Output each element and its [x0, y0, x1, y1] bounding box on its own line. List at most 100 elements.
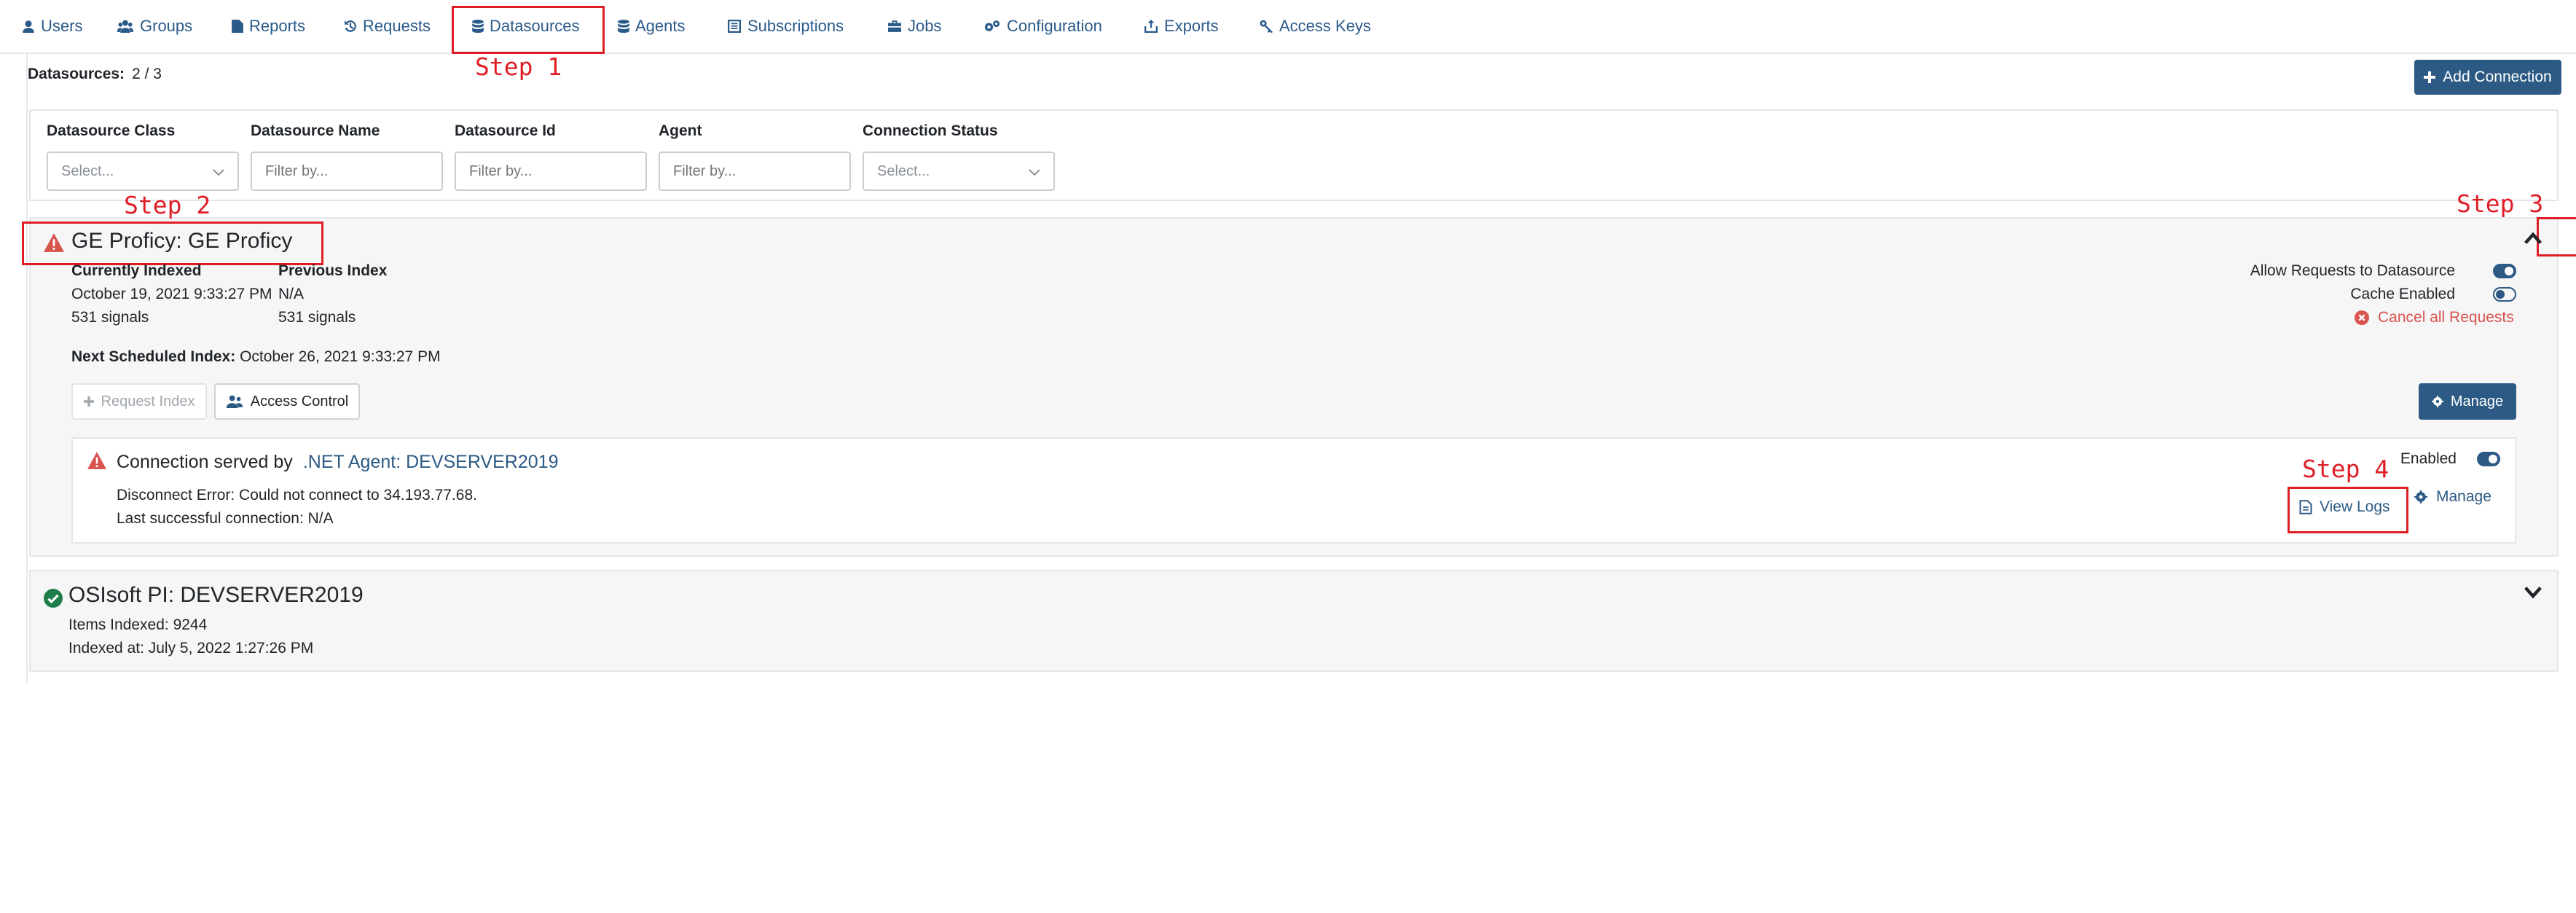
connection-served-by-label: Connection served by [117, 452, 293, 472]
access-control-label: Access Control [250, 393, 349, 410]
step2-label: Step 2 [124, 191, 211, 219]
nav-users[interactable]: Users [22, 15, 82, 38]
currently-indexed-heading: Currently Indexed [71, 262, 202, 279]
currently-indexed-date: October 19, 2021 9:33:27 PM [71, 286, 272, 302]
users-icon [226, 395, 243, 408]
nav-configuration-label: Configuration [1007, 17, 1102, 35]
access-control-button[interactable]: Access Control [214, 383, 360, 420]
cache-enabled-toggle[interactable] [2493, 287, 2516, 302]
cancel-all-requests-link[interactable]: Cancel all Requests [2355, 309, 2514, 326]
step3-highlight-box [2537, 217, 2576, 256]
connection-manage-label: Manage [2436, 488, 2491, 505]
cogs-icon [984, 20, 1000, 31]
nav-jobs[interactable]: Jobs [887, 15, 941, 38]
chevron-down-icon[interactable] [2524, 586, 2542, 599]
nav-exports-label: Exports [1164, 17, 1219, 35]
view-logs-link[interactable]: View Logs [2299, 498, 2390, 516]
user-icon [23, 20, 34, 33]
gear-icon [2431, 396, 2443, 407]
nav-jobs-label: Jobs [908, 17, 942, 35]
filter-datasource-name-label: Datasource Name [251, 122, 380, 139]
next-scheduled-value: October 26, 2021 9:33:27 PM [240, 348, 441, 365]
warning-triangle-icon [87, 452, 106, 469]
items-indexed-text: Items Indexed: 9244 [68, 616, 208, 633]
datasource1-title[interactable]: GE Proficy: GE Proficy [71, 229, 292, 254]
warning-triangle-icon [44, 233, 64, 252]
filter-datasource-id-label: Datasource Id [455, 122, 556, 139]
request-index-button[interactable]: Request Index [71, 383, 207, 420]
allow-requests-label: Allow Requests to Datasource [2250, 262, 2455, 279]
check-circle-icon [44, 589, 63, 608]
datasource2-title[interactable]: OSIsoft PI: DEVSERVER2019 [68, 583, 364, 608]
plus-icon [2424, 71, 2436, 83]
view-logs-label: View Logs [2320, 498, 2390, 515]
add-connection-label: Add Connection [2443, 68, 2552, 85]
nav-groups[interactable]: Groups [117, 15, 192, 38]
connection-enabled-label: Enabled [2400, 450, 2457, 467]
filter-connection-status-value: Select... [877, 162, 930, 179]
filter-datasource-name-input[interactable] [251, 152, 443, 191]
manage-datasource-label: Manage [2450, 393, 2504, 410]
connection-served-by: Connection served by .NET Agent: DEVSERV… [117, 452, 558, 473]
key-icon [1260, 20, 1273, 33]
step4-label: Step 4 [2302, 455, 2390, 483]
manage-datasource-button[interactable]: Manage [2419, 383, 2516, 420]
add-connection-button[interactable]: Add Connection [2414, 60, 2561, 95]
content-left-border [26, 54, 28, 683]
nav-reports[interactable]: Reports [232, 15, 305, 38]
nav-requests-label: Requests [363, 17, 431, 35]
database-icon [618, 20, 629, 33]
disconnect-error-text: Disconnect Error: Could not connect to 3… [117, 487, 477, 503]
nav-agents-label: Agents [635, 17, 686, 35]
history-icon [345, 20, 356, 32]
agent-link[interactable]: .NET Agent: DEVSERVER2019 [303, 452, 559, 473]
nav-groups-label: Groups [140, 17, 193, 35]
filter-datasource-id-input[interactable] [455, 152, 647, 191]
request-index-label: Request Index [101, 393, 195, 410]
nav-access-keys-label: Access Keys [1279, 17, 1371, 35]
datasource-card-osisoft-pi [29, 570, 2559, 672]
list-icon [728, 20, 741, 33]
export-icon [1144, 20, 1158, 33]
next-scheduled-index: Next Scheduled Index: October 26, 2021 9… [71, 348, 441, 366]
filter-datasource-class-value: Select... [61, 162, 114, 179]
nav-divider [0, 52, 2576, 54]
cancel-all-requests-label: Cancel all Requests [2378, 309, 2514, 326]
nav-exports[interactable]: Exports [1144, 15, 1219, 38]
cache-enabled-label: Cache Enabled [2350, 286, 2455, 302]
chevron-up-icon[interactable] [2524, 232, 2542, 245]
allow-requests-toggle[interactable] [2493, 264, 2516, 278]
filter-connection-status-label: Connection Status [863, 122, 998, 139]
chevron-down-icon [1029, 169, 1040, 176]
filter-connection-status-select[interactable]: Select... [863, 152, 1055, 191]
datasources-summary-label: Datasources: [28, 66, 125, 82]
filter-agent-label: Agent [659, 122, 702, 139]
last-successful-connection-text: Last successful connection: N/A [117, 510, 334, 527]
datasources-summary: Datasources: 2 / 3 [28, 66, 162, 83]
step1-label: Step 1 [475, 52, 562, 81]
nav-requests[interactable]: Requests [344, 15, 431, 38]
nav-users-label: Users [41, 17, 83, 35]
step3-label: Step 3 [2457, 189, 2544, 218]
filter-agent-input[interactable] [659, 152, 851, 191]
gear-icon [2414, 490, 2427, 503]
filter-datasource-class-select[interactable]: Select... [47, 152, 239, 191]
nav-agents[interactable]: Agents [618, 15, 686, 38]
indexed-at-text: Indexed at: July 5, 2022 1:27:26 PM [68, 640, 314, 657]
nav-subscriptions[interactable]: Subscriptions [727, 15, 844, 38]
filter-datasource-class-label: Datasource Class [47, 122, 176, 139]
datasources-summary-count: 2 / 3 [132, 66, 162, 82]
previous-index-signals: 531 signals [278, 309, 356, 326]
users-icon [117, 20, 134, 33]
nav-subscriptions-label: Subscriptions [747, 17, 844, 35]
connection-manage-link[interactable]: Manage [2414, 488, 2491, 506]
nav-access-keys[interactable]: Access Keys [1259, 15, 1371, 38]
chevron-down-icon [213, 169, 224, 176]
nav-configuration[interactable]: Configuration [983, 15, 1102, 38]
file-icon [2299, 500, 2312, 514]
briefcase-icon [888, 20, 901, 32]
nav-reports-label: Reports [249, 17, 306, 35]
connection-enabled-toggle[interactable] [2477, 452, 2500, 466]
currently-indexed-signals: 531 signals [71, 309, 149, 326]
step1-highlight-box [452, 6, 605, 54]
